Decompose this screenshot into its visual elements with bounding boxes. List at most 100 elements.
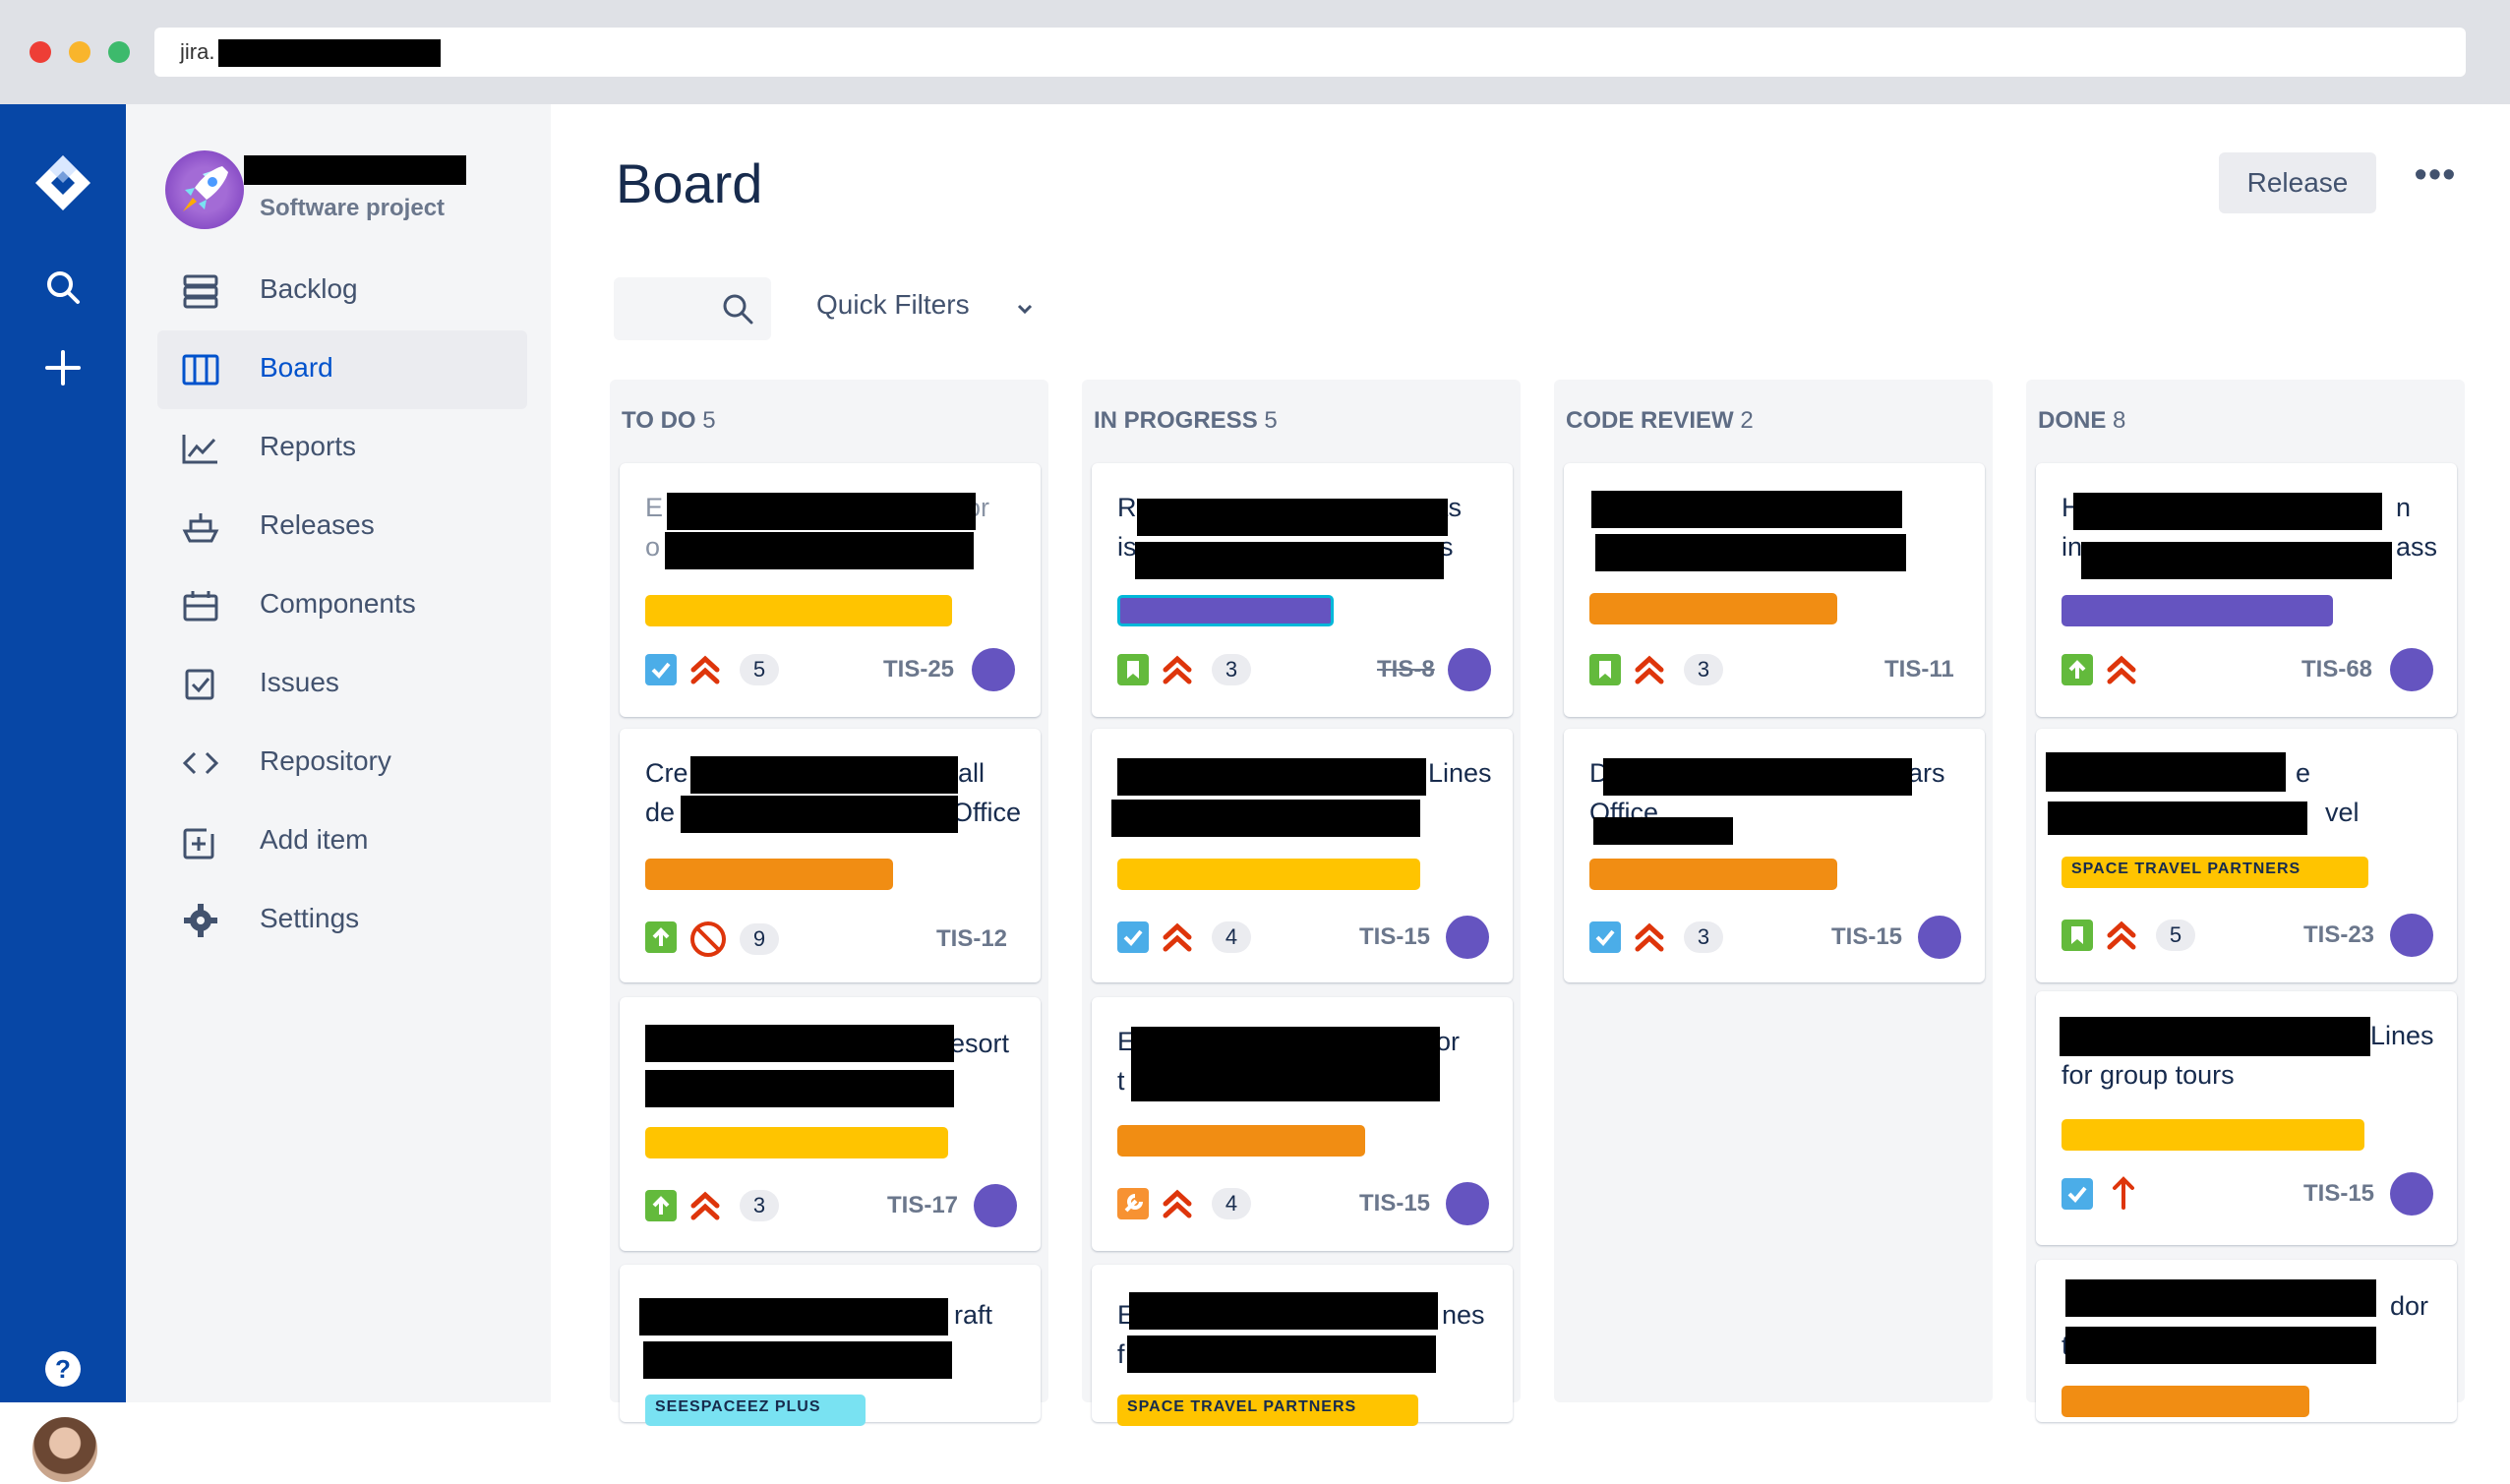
sidebar-item-label: Board bbox=[260, 352, 333, 383]
sidebar-item-label: Releases bbox=[260, 509, 375, 540]
issue-card[interactable]: Lines 4 TIS-15 bbox=[1092, 729, 1513, 982]
issue-key[interactable]: TIS-68 bbox=[2301, 656, 2372, 683]
issue-card[interactable]: esort 3 TIS-17 bbox=[620, 997, 1041, 1251]
sidebar-item-components[interactable]: Components bbox=[157, 566, 527, 645]
issue-key[interactable]: TIS-15 bbox=[2303, 1180, 2374, 1208]
issue-card[interactable]: e vel SPACE TRAVEL PARTNERS 5 TIS-23 bbox=[2036, 729, 2457, 982]
address-bar[interactable]: jira. bbox=[154, 28, 2466, 77]
sidebar-item-board[interactable]: Board bbox=[157, 330, 527, 409]
add-item-icon bbox=[183, 824, 218, 860]
card-title-text: dor bbox=[2390, 1291, 2429, 1321]
reports-chart-icon bbox=[182, 435, 217, 464]
issue-card[interactable]: Cre all de Office 9 TIS-12 bbox=[620, 729, 1041, 982]
assignee-avatar[interactable] bbox=[974, 1184, 1017, 1227]
column-header: CODE REVIEW 2 bbox=[1566, 407, 1754, 434]
issue-card[interactable]: dor t bbox=[2036, 1260, 2457, 1422]
minimize-window-dot[interactable] bbox=[69, 41, 90, 63]
sidebar-item-label: Backlog bbox=[260, 273, 358, 304]
help-icon[interactable]: ? bbox=[45, 1351, 81, 1387]
epic-label: SPACE TRAVEL PARTNERS bbox=[2062, 857, 2368, 888]
search-icon[interactable] bbox=[0, 269, 126, 305]
sidebar-item-releases[interactable]: Releases bbox=[157, 488, 527, 566]
code-icon bbox=[182, 751, 219, 775]
sidebar-item-backlog[interactable]: Backlog bbox=[157, 252, 527, 330]
issue-key[interactable]: TIS-8 bbox=[1377, 656, 1435, 683]
user-avatar[interactable] bbox=[30, 1415, 99, 1484]
rocket-icon bbox=[183, 166, 228, 211]
issue-card[interactable]: H n in ass TIS-68 bbox=[2036, 463, 2457, 717]
board-search-input[interactable] bbox=[614, 277, 771, 340]
issue-key[interactable]: TIS-15 bbox=[1359, 1190, 1430, 1217]
card-title-text: R bbox=[1117, 493, 1137, 522]
issue-card[interactable]: R nts is s 3 TIS-8 bbox=[1092, 463, 1513, 717]
close-window-dot[interactable] bbox=[30, 41, 51, 63]
assignee-avatar[interactable] bbox=[1918, 916, 1961, 959]
url-text: jira. bbox=[180, 39, 215, 64]
story-points-badge: 9 bbox=[740, 923, 779, 955]
card-title-text: raft bbox=[954, 1300, 993, 1330]
jira-logo-icon[interactable] bbox=[0, 153, 126, 212]
sidebar-item-label: Repository bbox=[260, 745, 391, 776]
issue-card[interactable]: 3 TIS-11 bbox=[1564, 463, 1985, 717]
redacted-project-name bbox=[244, 155, 466, 185]
assignee-avatar[interactable] bbox=[2390, 1172, 2433, 1216]
sidebar-item-settings[interactable]: Settings bbox=[157, 881, 527, 960]
sidebar-item-repository[interactable]: Repository bbox=[157, 724, 527, 802]
chevron-down-icon[interactable] bbox=[1013, 297, 1037, 321]
story-icon bbox=[2062, 920, 2093, 951]
assignee-avatar[interactable] bbox=[2390, 648, 2433, 691]
task-icon bbox=[1589, 921, 1621, 953]
create-plus-icon[interactable] bbox=[0, 350, 126, 386]
issue-key[interactable]: TIS-15 bbox=[1831, 923, 1902, 951]
issue-card[interactable]: E nes f SPACE TRAVEL PARTNERS bbox=[1092, 1265, 1513, 1426]
card-title-text: o bbox=[645, 532, 661, 562]
board-icon bbox=[182, 354, 219, 386]
more-actions-button[interactable]: ••• bbox=[2406, 156, 2465, 201]
card-title-text: vel bbox=[2325, 798, 2360, 827]
issue-key[interactable]: TIS-25 bbox=[883, 656, 954, 683]
issue-card[interactable]: E or o 5 TIS-25 bbox=[620, 463, 1041, 717]
issue-key[interactable]: TIS-15 bbox=[1359, 923, 1430, 951]
sidebar-item-reports[interactable]: Reports bbox=[157, 409, 527, 488]
epic-label bbox=[1589, 859, 1837, 890]
priority-highest-icon bbox=[690, 1191, 720, 1220]
issue-card[interactable]: Lines for group tours TIS-15 bbox=[2036, 991, 2457, 1245]
story-points-badge: 3 bbox=[1212, 654, 1251, 685]
issue-card[interactable]: E or t 4 TIS-15 bbox=[1092, 997, 1513, 1251]
card-title-text: all bbox=[958, 758, 986, 788]
story-points-badge: 3 bbox=[740, 1190, 779, 1221]
issue-key[interactable]: TIS-23 bbox=[2303, 921, 2374, 949]
card-title-text: Office bbox=[952, 798, 1022, 827]
release-button[interactable]: Release bbox=[2219, 152, 2376, 213]
project-avatar[interactable] bbox=[165, 150, 244, 229]
project-sidebar: Software project Backlog Board Reports R… bbox=[126, 104, 551, 1402]
browser-chrome: jira. bbox=[0, 0, 2510, 104]
issue-card[interactable]: raft SEESPACEEZ PLUS bbox=[620, 1265, 1041, 1426]
card-title-text: nes bbox=[1442, 1300, 1485, 1330]
issues-icon bbox=[185, 669, 214, 700]
card-title-text: Lines bbox=[2370, 1021, 2434, 1050]
project-type: Software project bbox=[260, 195, 446, 221]
story-icon bbox=[1117, 654, 1149, 685]
story-points-badge: 3 bbox=[1684, 654, 1723, 685]
assignee-avatar[interactable] bbox=[972, 648, 1015, 691]
issue-card[interactable]: D ars Office 3 TIS-15 bbox=[1564, 729, 1985, 982]
page-title: Board bbox=[616, 152, 763, 214]
story-points-badge: 5 bbox=[740, 654, 779, 685]
maximize-window-dot[interactable] bbox=[108, 41, 130, 63]
sidebar-item-add-item[interactable]: Add item bbox=[157, 802, 527, 881]
assignee-avatar[interactable] bbox=[1446, 916, 1489, 959]
sidebar-item-issues[interactable]: Issues bbox=[157, 645, 527, 724]
quick-filters-dropdown[interactable]: Quick Filters bbox=[816, 289, 970, 321]
assignee-avatar[interactable] bbox=[1446, 1182, 1489, 1225]
components-icon bbox=[183, 591, 218, 622]
issue-key[interactable]: TIS-12 bbox=[936, 925, 1007, 953]
priority-highest-icon bbox=[2107, 655, 2136, 684]
assignee-avatar[interactable] bbox=[2390, 914, 2433, 957]
story-points-badge: 4 bbox=[1212, 921, 1251, 953]
assignee-avatar[interactable] bbox=[1448, 648, 1491, 691]
epic-label bbox=[1117, 1125, 1365, 1157]
card-title-text: t bbox=[1117, 1066, 1125, 1096]
issue-key[interactable]: TIS-11 bbox=[1884, 656, 1954, 683]
issue-key[interactable]: TIS-17 bbox=[887, 1192, 958, 1219]
